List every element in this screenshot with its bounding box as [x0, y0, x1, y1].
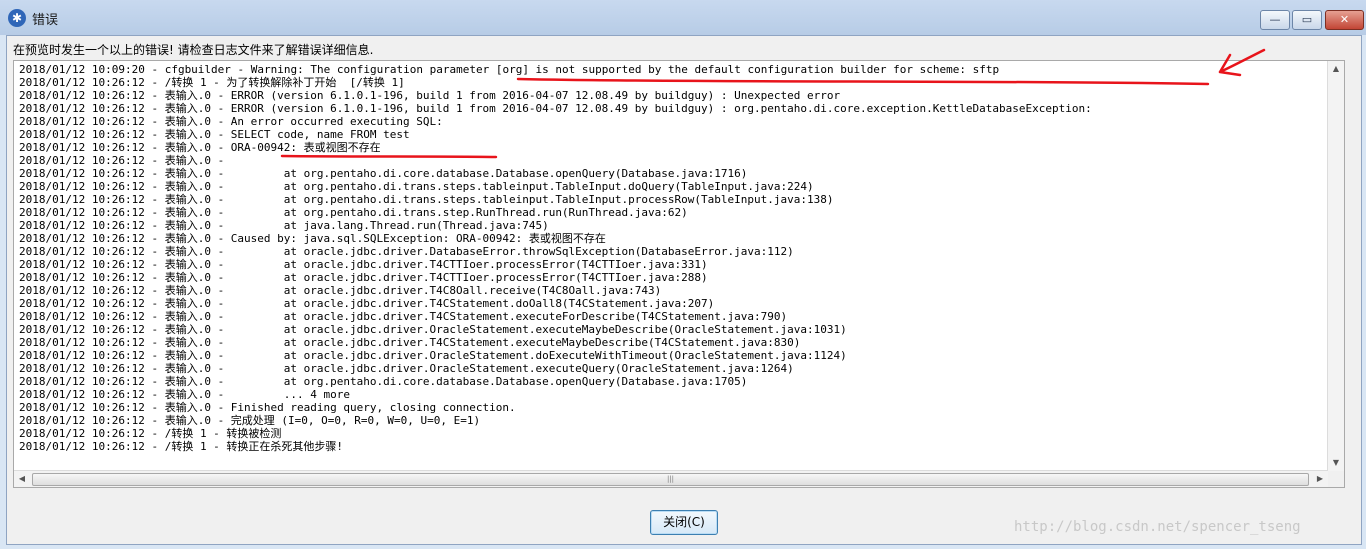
log-line: 2018/01/12 10:26:12 - 表输入.0 - at oracle.… — [19, 297, 715, 310]
log-line: 2018/01/12 10:26:12 - 表输入.0 - 完成处理 (I=0,… — [19, 414, 481, 427]
scrollbar-corner — [1328, 471, 1344, 487]
log-line: 2018/01/12 10:26:12 - 表输入.0 - at oracle.… — [19, 310, 788, 323]
title-bar[interactable]: ✱ 错误 — ▭ ✕ — [0, 0, 1366, 35]
close-button[interactable]: 关闭(C) — [650, 510, 718, 535]
window-title: 错误 — [32, 13, 59, 28]
log-line: 2018/01/12 10:26:12 - 表输入.0 - ORA-00942:… — [19, 141, 381, 154]
log-line: 2018/01/12 10:26:12 - 表输入.0 - at oracle.… — [19, 245, 794, 258]
scroll-down-icon[interactable]: ▼ — [1328, 455, 1344, 471]
error-dialog: ✱ 错误 — ▭ ✕ 在预览时发生一个以上的错误! 请检查日志文件来了解错误详细… — [0, 0, 1366, 549]
kettle-app-icon: ✱ — [8, 9, 26, 27]
scroll-right-icon[interactable]: ▶ — [1312, 471, 1328, 487]
log-line: 2018/01/12 10:26:12 - 表输入.0 - — [19, 154, 225, 167]
log-line: 2018/01/12 10:26:12 - /转换 1 - 为了转换解除补丁开始… — [19, 76, 405, 89]
scroll-up-icon[interactable]: ▲ — [1328, 61, 1344, 77]
log-line: 2018/01/12 10:26:12 - /转换 1 - 转换正在杀死其他步骤… — [19, 440, 344, 453]
log-lines: 2018/01/12 10:09:20 - cfgbuilder - Warni… — [19, 63, 1324, 467]
close-window-button[interactable]: ✕ — [1325, 10, 1364, 30]
log-line: 2018/01/12 10:26:12 - 表输入.0 - at oracle.… — [19, 271, 708, 284]
log-line: 2018/01/12 10:26:12 - 表输入.0 - at oracle.… — [19, 336, 801, 349]
log-line: 2018/01/12 10:26:12 - 表输入.0 - at oracle.… — [19, 258, 708, 271]
minimize-button[interactable]: — — [1260, 10, 1290, 30]
horizontal-scrollbar[interactable]: ◀ ||| ▶ — [14, 470, 1328, 487]
log-line: 2018/01/12 10:26:12 - 表输入.0 - at org.pen… — [19, 167, 748, 180]
maximize-button[interactable]: ▭ — [1292, 10, 1322, 30]
log-line: 2018/01/12 10:26:12 - /转换 1 - 转换被检测 — [19, 427, 282, 440]
log-text-area[interactable]: 2018/01/12 10:09:20 - cfgbuilder - Warni… — [13, 60, 1345, 488]
log-line: 2018/01/12 10:26:12 - 表输入.0 - at oracle.… — [19, 323, 847, 336]
log-line: 2018/01/12 10:26:12 - 表输入.0 - Finished r… — [19, 401, 516, 414]
log-line: 2018/01/12 10:26:12 - 表输入.0 - ERROR (ver… — [19, 102, 1092, 115]
vertical-scrollbar[interactable]: ▲ ▼ — [1327, 61, 1344, 471]
log-line: 2018/01/12 10:09:20 - cfgbuilder - Warni… — [19, 63, 1000, 76]
log-line: 2018/01/12 10:26:12 - 表输入.0 - at org.pen… — [19, 193, 834, 206]
log-line: 2018/01/12 10:26:12 - 表输入.0 - at java.la… — [19, 219, 549, 232]
error-message: 在预览时发生一个以上的错误! 请检查日志文件来了解错误详细信息. — [13, 43, 374, 57]
log-line: 2018/01/12 10:26:12 - 表输入.0 - SELECT cod… — [19, 128, 410, 141]
log-line: 2018/01/12 10:26:12 - 表输入.0 - at oracle.… — [19, 362, 794, 375]
watermark: http://blog.csdn.net/spencer_tseng — [1014, 519, 1301, 535]
log-line: 2018/01/12 10:26:12 - 表输入.0 - at oracle.… — [19, 284, 662, 297]
log-line: 2018/01/12 10:26:12 - 表输入.0 - at org.pen… — [19, 180, 814, 193]
dialog-body: 在预览时发生一个以上的错误! 请检查日志文件来了解错误详细信息. 2018/01… — [6, 35, 1362, 545]
horizontal-scroll-thumb[interactable]: ||| — [32, 473, 1309, 486]
log-line: 2018/01/12 10:26:12 - 表输入.0 - at oracle.… — [19, 349, 847, 362]
log-line: 2018/01/12 10:26:12 - 表输入.0 - An error o… — [19, 115, 443, 128]
log-line: 2018/01/12 10:26:12 - 表输入.0 - at org.pen… — [19, 206, 688, 219]
log-line: 2018/01/12 10:26:12 - 表输入.0 - ... 4 more — [19, 388, 351, 401]
log-line: 2018/01/12 10:26:12 - 表输入.0 - ERROR (ver… — [19, 89, 841, 102]
scroll-left-icon[interactable]: ◀ — [14, 471, 30, 487]
log-line: 2018/01/12 10:26:12 - 表输入.0 - Caused by:… — [19, 232, 606, 245]
log-line: 2018/01/12 10:26:12 - 表输入.0 - at org.pen… — [19, 375, 748, 388]
